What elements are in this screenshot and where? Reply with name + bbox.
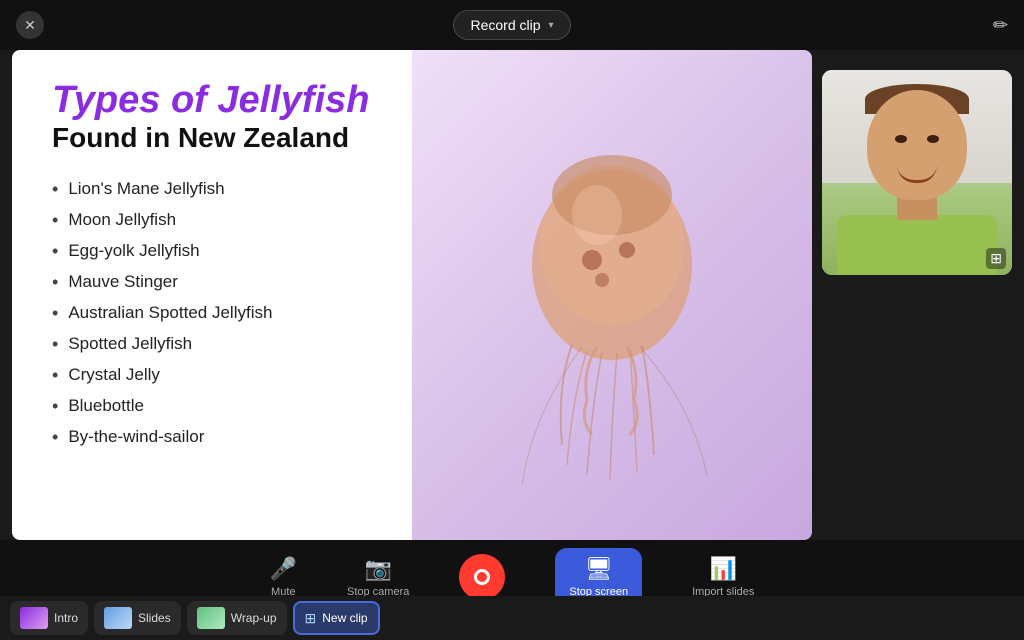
record-live-button[interactable] bbox=[459, 554, 505, 600]
person-head bbox=[867, 90, 967, 200]
slide-list-item: Moon Jellyfish bbox=[52, 205, 372, 236]
thumbnail-wrapup[interactable]: Wrap-up bbox=[187, 601, 287, 635]
record-clip-button[interactable]: Record clip ▾ bbox=[453, 10, 570, 40]
thumbnail-strip: Intro Slides Wrap-up ⊞ New clip bbox=[0, 596, 1024, 640]
thumb-slides-preview bbox=[104, 607, 132, 629]
slide-left-panel: Types of Jellyfish Found in New Zealand … bbox=[12, 50, 412, 540]
mute-button[interactable]: 🎤 Mute bbox=[270, 556, 297, 598]
stop-camera-button[interactable]: 📷 Stop camera bbox=[347, 556, 409, 598]
slide-list-item: Bluebottle bbox=[52, 391, 372, 422]
thumb-wrapup-preview bbox=[197, 607, 225, 629]
microphone-icon: 🎤 bbox=[270, 556, 297, 582]
import-slides-button[interactable]: 📊 Import slides bbox=[692, 556, 754, 598]
slide-list-item: Australian Spotted Jellyfish bbox=[52, 298, 372, 329]
person-video bbox=[822, 70, 1012, 275]
import-slides-icon: 📊 bbox=[710, 556, 737, 582]
slide-list-item: By-the-wind-sailor bbox=[52, 422, 372, 453]
thumbnail-slides[interactable]: Slides bbox=[94, 601, 181, 635]
person-eye-left bbox=[895, 135, 907, 143]
expand-icon[interactable]: ⊞ bbox=[986, 248, 1006, 269]
slide-right-panel bbox=[412, 50, 812, 540]
thumbnail-newclip[interactable]: ⊞ New clip bbox=[293, 601, 380, 635]
edit-button[interactable]: ✏ bbox=[993, 15, 1008, 36]
slide-container: Types of Jellyfish Found in New Zealand … bbox=[12, 50, 812, 540]
record-clip-label: Record clip bbox=[470, 17, 540, 33]
slide-list: Lion's Mane JellyfishMoon JellyfishEgg-y… bbox=[52, 174, 372, 453]
slide-list-item: Crystal Jelly bbox=[52, 360, 372, 391]
screen-share-icon: 🖥 bbox=[585, 556, 613, 582]
edit-icon: ✏ bbox=[993, 15, 1008, 35]
self-view: ⊞ bbox=[822, 70, 1012, 275]
chevron-down-icon: ▾ bbox=[549, 20, 554, 31]
thumb-intro-preview bbox=[20, 607, 48, 629]
person-eye-right bbox=[927, 135, 939, 143]
slide-list-item: Egg-yolk Jellyfish bbox=[52, 236, 372, 267]
thumbnail-intro[interactable]: Intro bbox=[10, 601, 88, 635]
person-body bbox=[837, 215, 997, 275]
slide-list-item: Spotted Jellyfish bbox=[52, 329, 372, 360]
thumb-newclip-label: New clip bbox=[322, 611, 367, 625]
thumb-wrapup-label: Wrap-up bbox=[231, 611, 277, 625]
slide-title-types: Types of Jellyfish bbox=[52, 80, 372, 122]
main-content: Types of Jellyfish Found in New Zealand … bbox=[0, 50, 1024, 540]
thumb-intro-label: Intro bbox=[54, 611, 78, 625]
thumb-slides-label: Slides bbox=[138, 611, 171, 625]
newclip-plus-icon: ⊞ bbox=[305, 610, 317, 627]
slide-list-item: Lion's Mane Jellyfish bbox=[52, 174, 372, 205]
top-bar: ✕ Record clip ▾ ✏ bbox=[0, 0, 1024, 50]
jellyfish-illustration bbox=[412, 50, 812, 540]
close-button[interactable]: ✕ bbox=[16, 11, 44, 39]
camera-icon: 📷 bbox=[364, 556, 391, 582]
close-icon: ✕ bbox=[24, 17, 36, 34]
slide-list-item: Mauve Stinger bbox=[52, 267, 372, 298]
slide-title-found: Found in New Zealand bbox=[52, 122, 372, 154]
jellyfish-svg bbox=[472, 105, 752, 485]
record-dot bbox=[474, 569, 490, 585]
